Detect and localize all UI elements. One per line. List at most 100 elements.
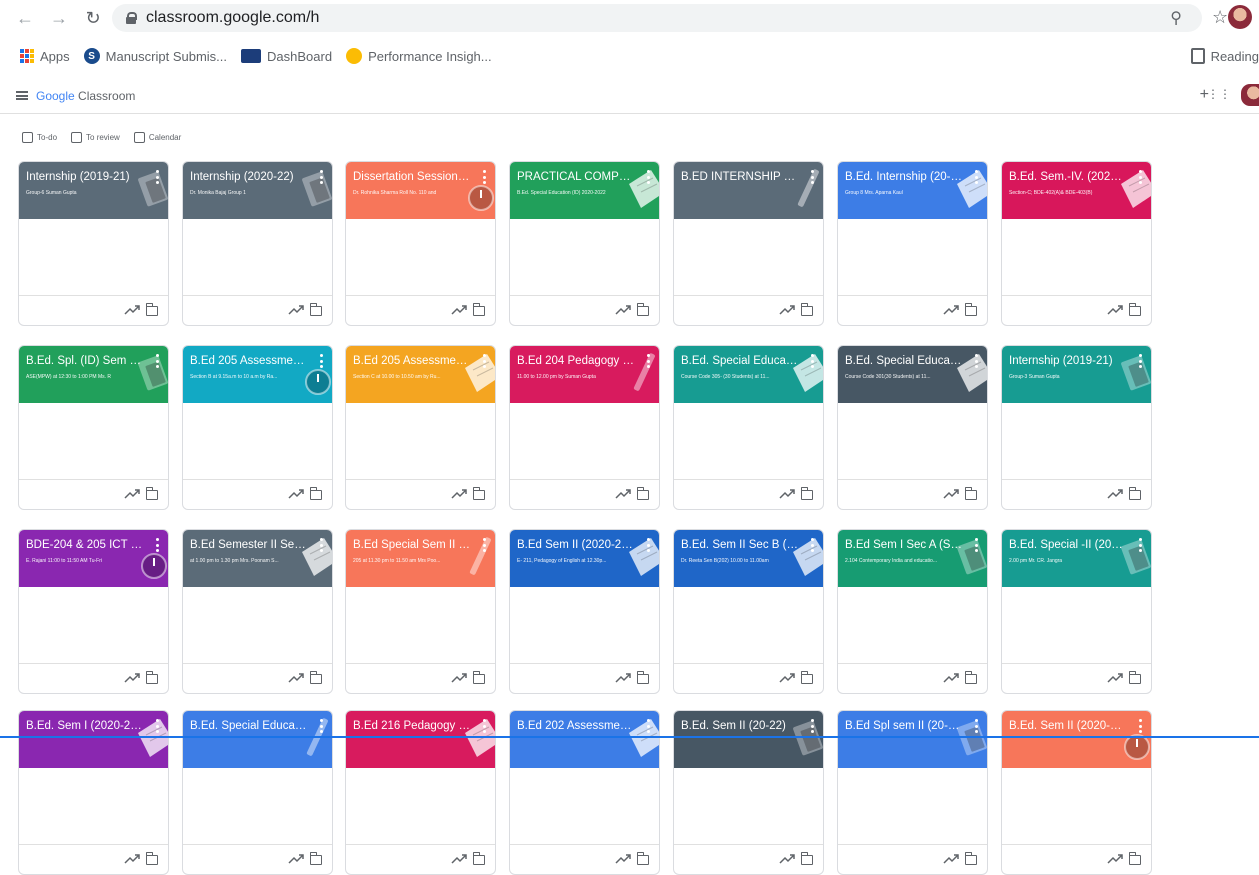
trending-icon[interactable] — [615, 304, 631, 316]
more-options-icon[interactable] — [809, 170, 815, 184]
hamburger-menu-icon[interactable] — [16, 91, 28, 100]
course-banner[interactable]: B.ED INTERNSHIP SES... — [674, 162, 823, 219]
course-banner[interactable]: B.Ed Sem I Sec A (Ses... 2.104 Contempora… — [838, 530, 987, 587]
trending-icon[interactable] — [615, 672, 631, 684]
course-card[interactable]: B.Ed Sem II (2020-20... E- 211, Pedagogy … — [509, 529, 660, 694]
trending-icon[interactable] — [779, 488, 795, 500]
bookmark-manuscript[interactable]: S Manuscript Submis... — [83, 48, 227, 64]
course-card[interactable]: B.Ed. Sem II (2020-20... — [1001, 710, 1152, 875]
course-banner[interactable]: B.Ed 204 Pedagogy o... 11.00 to 12.00 pm … — [510, 346, 659, 403]
more-options-icon[interactable] — [645, 719, 651, 733]
course-title[interactable]: B.Ed. Sem II Sec B (20... — [681, 539, 799, 551]
trending-icon[interactable] — [124, 672, 140, 684]
trending-icon[interactable] — [779, 853, 795, 865]
course-banner[interactable]: Dissertation Session (... Dr. Rohnika Sha… — [346, 162, 495, 219]
course-banner[interactable]: Internship (2020-22) Dr. Monika Bajaj Gro… — [183, 162, 332, 219]
to-review-link[interactable]: To review — [71, 132, 120, 143]
more-options-icon[interactable] — [318, 719, 324, 733]
course-title[interactable]: B.Ed 205 Assessment... — [190, 355, 308, 367]
trending-icon[interactable] — [615, 853, 631, 865]
trending-icon[interactable] — [288, 304, 304, 316]
course-banner[interactable]: PRACTICAL COMPO... B.Ed. Special Educatio… — [510, 162, 659, 219]
trending-icon[interactable] — [451, 304, 467, 316]
more-options-icon[interactable] — [154, 719, 160, 733]
more-options-icon[interactable] — [973, 170, 979, 184]
trending-icon[interactable] — [124, 853, 140, 865]
more-options-icon[interactable] — [318, 354, 324, 368]
course-title[interactable]: Internship (2020-22) — [190, 171, 308, 183]
course-banner[interactable]: B.Ed. Special Educati... Course Code 305-… — [674, 346, 823, 403]
trending-icon[interactable] — [1107, 304, 1123, 316]
folder-icon[interactable] — [309, 487, 322, 500]
course-title[interactable]: Internship (2019-21) — [26, 171, 144, 183]
course-card[interactable]: B.Ed. Sem I (2020-20... — [18, 710, 169, 875]
course-title[interactable]: B.Ed. Special Educati... — [190, 720, 308, 732]
browser-profile-avatar[interactable] — [1228, 5, 1252, 29]
more-options-icon[interactable] — [318, 538, 324, 552]
folder-icon[interactable] — [636, 852, 649, 865]
trending-icon[interactable] — [779, 304, 795, 316]
more-options-icon[interactable] — [973, 538, 979, 552]
course-title[interactable]: B.Ed. Spl. (ID) Sem IV ... — [26, 355, 144, 367]
folder-icon[interactable] — [636, 303, 649, 316]
more-options-icon[interactable] — [318, 170, 324, 184]
zoom-icon[interactable]: ⚲ — [1170, 8, 1182, 28]
course-card[interactable]: Internship (2019-21) Group-3 Suman Gupta — [1001, 345, 1152, 510]
calendar-link[interactable]: Calendar — [133, 132, 181, 143]
course-banner[interactable]: Internship (2019-21) Group-3 Suman Gupta — [1002, 346, 1151, 403]
course-banner[interactable]: B.Ed Spl sem II (20-22) — [838, 711, 987, 768]
reading-list-button[interactable]: Reading — [1190, 40, 1259, 72]
more-options-icon[interactable] — [1137, 538, 1143, 552]
folder-icon[interactable] — [964, 303, 977, 316]
course-card[interactable]: Dissertation Session (... Dr. Rohnika Sha… — [345, 161, 496, 326]
course-card[interactable]: B.Ed Special Sem II (2... 205 at 11.30 pm… — [345, 529, 496, 694]
course-card[interactable]: B.Ed 205 Assessment... Section C at 10.00… — [345, 345, 496, 510]
forward-arrow-icon[interactable]: → — [48, 7, 70, 29]
more-options-icon[interactable] — [481, 538, 487, 552]
more-options-icon[interactable] — [1137, 719, 1143, 733]
trending-icon[interactable] — [288, 488, 304, 500]
course-title[interactable]: B.Ed. Sem.-IV. (2020-... — [1009, 171, 1127, 183]
course-card[interactable]: B.Ed. Sem II (20-22) — [673, 710, 824, 875]
trending-icon[interactable] — [779, 672, 795, 684]
course-banner[interactable]: B.Ed Special Sem II (2... 205 at 11.30 pm… — [346, 530, 495, 587]
back-arrow-icon[interactable]: ← — [14, 7, 36, 29]
bookmark-apps[interactable]: Apps — [20, 49, 70, 64]
course-banner[interactable]: B.Ed. Special Educati... — [183, 711, 332, 768]
more-options-icon[interactable] — [973, 354, 979, 368]
todo-link[interactable]: To-do — [22, 132, 57, 143]
course-title[interactable]: PRACTICAL COMPO... — [517, 171, 635, 183]
folder-icon[interactable] — [145, 487, 158, 500]
course-card[interactable]: B.Ed. Internship (20-2... Group 8 Mrs. Ap… — [837, 161, 988, 326]
course-card[interactable]: B.Ed. Special Educati... Course Code 301(… — [837, 345, 988, 510]
course-card[interactable]: B.Ed Semester II Sess... at 1.00 pm to 1.… — [182, 529, 333, 694]
course-title[interactable]: BDE-204 & 205 ICT in... — [26, 539, 144, 551]
more-options-icon[interactable] — [481, 354, 487, 368]
course-title[interactable]: B.Ed. Sem II (20-22) — [681, 720, 799, 732]
course-banner[interactable]: B.Ed. Sem I (2020-20... — [19, 711, 168, 768]
course-banner[interactable]: B.Ed 202 Assessment... — [510, 711, 659, 768]
google-apps-icon[interactable]: ⋮⋮ — [1207, 87, 1231, 101]
course-title[interactable]: B.Ed. Sem I (2020-20... — [26, 720, 144, 732]
folder-icon[interactable] — [1128, 303, 1141, 316]
course-card[interactable]: B.Ed. Special -II (204)... 2.00 pm Mr. CR… — [1001, 529, 1152, 694]
trending-icon[interactable] — [1107, 488, 1123, 500]
folder-icon[interactable] — [472, 671, 485, 684]
course-banner[interactable]: B.Ed 205 Assessment... Section B at 9.15a… — [183, 346, 332, 403]
course-card[interactable]: B.Ed. Special Educati... Course Code 305-… — [673, 345, 824, 510]
trending-icon[interactable] — [124, 304, 140, 316]
course-title[interactable]: B.Ed Sem I Sec A (Ses... — [845, 539, 963, 551]
folder-icon[interactable] — [309, 671, 322, 684]
course-banner[interactable]: B.Ed. Spl. (ID) Sem IV ... ASE(MPW) at 12… — [19, 346, 168, 403]
course-banner[interactable]: B.Ed 205 Assessment... Section C at 10.00… — [346, 346, 495, 403]
trending-icon[interactable] — [943, 853, 959, 865]
course-title[interactable]: B.Ed 204 Pedagogy o... — [517, 355, 635, 367]
folder-icon[interactable] — [472, 303, 485, 316]
course-card[interactable]: B.ED INTERNSHIP SES... — [673, 161, 824, 326]
course-title[interactable]: B.Ed Special Sem II (2... — [353, 539, 471, 551]
course-title[interactable]: B.Ed. Special -II (204)... — [1009, 539, 1127, 551]
more-options-icon[interactable] — [154, 354, 160, 368]
more-options-icon[interactable] — [973, 719, 979, 733]
trending-icon[interactable] — [451, 853, 467, 865]
course-card[interactable]: B.Ed 216 Pedagogy of... — [345, 710, 496, 875]
